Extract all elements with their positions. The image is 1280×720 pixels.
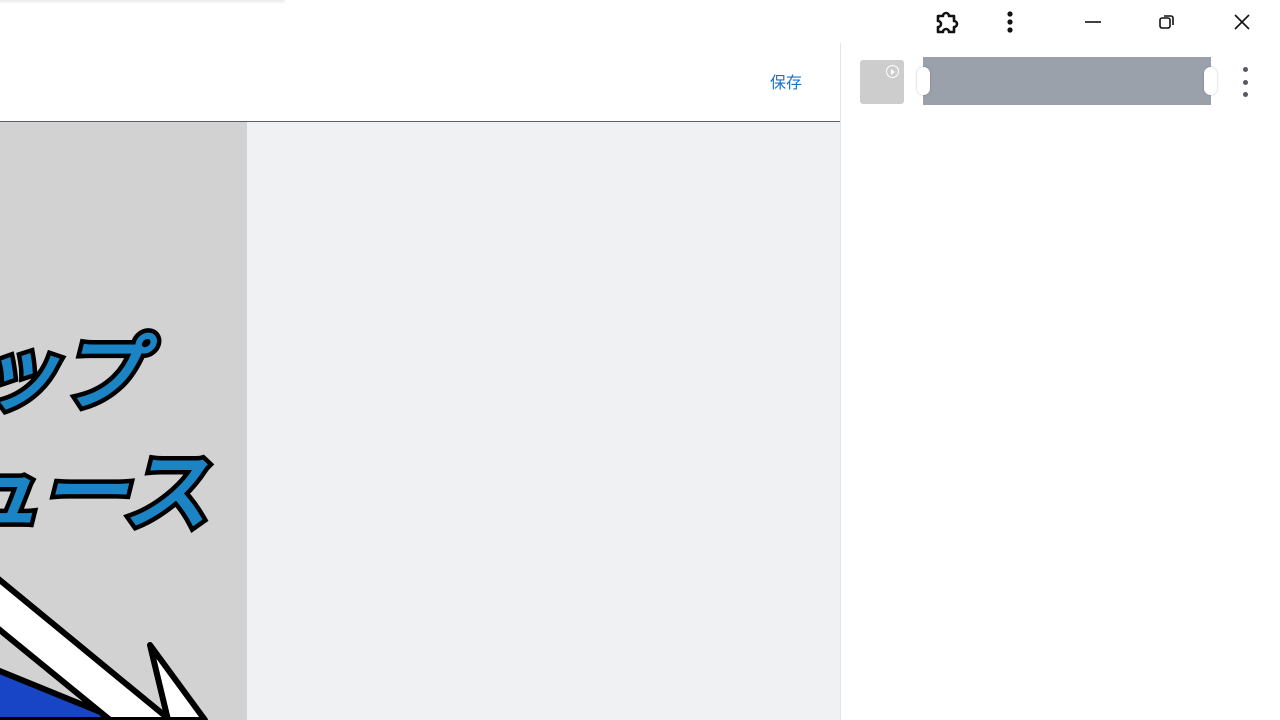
minimize-icon: [1085, 20, 1101, 23]
puzzle-icon: [936, 11, 959, 33]
trim-start-handle[interactable]: [917, 67, 930, 95]
image-canvas[interactable]: ップ ュース: [0, 122, 247, 720]
more-vert-dot: [1242, 79, 1248, 85]
browser-menu-button[interactable]: [990, 0, 1030, 43]
thumbnail-artwork: ップ ュース: [0, 323, 213, 720]
close-button[interactable]: [1219, 0, 1265, 43]
more-vert-icon: [1242, 67, 1248, 72]
editor-header: 保存: [0, 43, 840, 122]
trim-end-handle[interactable]: [1204, 67, 1217, 95]
restore-button[interactable]: [1144, 0, 1190, 43]
minimize-button[interactable]: [1070, 0, 1116, 43]
tab-shadow: [0, 0, 285, 4]
play-circle-icon: [886, 65, 899, 78]
more-vert-icon: [1007, 10, 1013, 33]
canvas-text-line2: ュース: [0, 443, 209, 543]
more-vert-dot: [1242, 92, 1248, 97]
media-panel: [841, 43, 1280, 720]
close-icon: [1234, 13, 1250, 30]
restore-icon: [1159, 14, 1174, 29]
editor-area: 保存 ップ ュース: [0, 43, 841, 720]
clip-thumbnail[interactable]: [860, 60, 904, 104]
window-titlebar: [0, 0, 1280, 43]
trim-track[interactable]: [917, 57, 1217, 105]
clip-more-button[interactable]: [1237, 67, 1253, 97]
extensions-button[interactable]: [925, 0, 969, 43]
save-button[interactable]: 保存: [770, 69, 802, 93]
canvas-text-line1: ップ: [0, 327, 158, 422]
